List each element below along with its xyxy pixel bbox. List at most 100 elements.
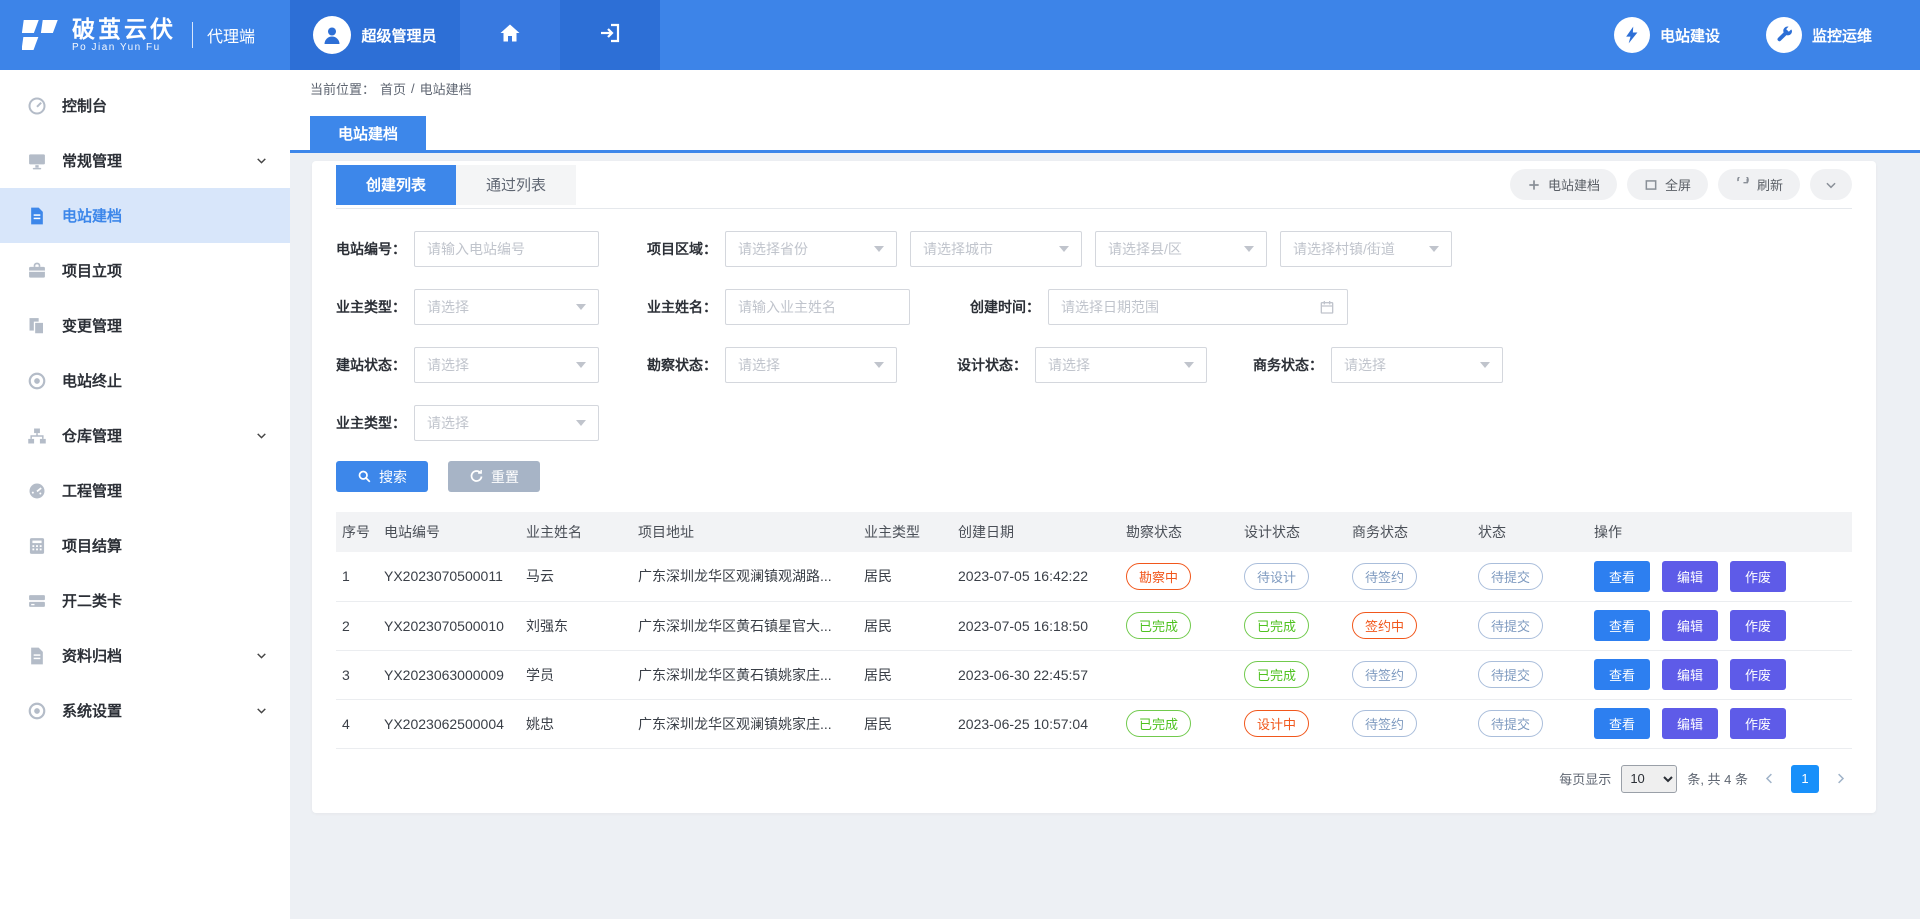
owner-type-select[interactable]: 请选择 — [414, 289, 599, 325]
business-status-select[interactable]: 请选择 — [1331, 347, 1503, 383]
user-avatar-icon — [313, 16, 351, 54]
status-badge: 已完成 — [1126, 612, 1191, 639]
filter-form: 电站编号： 项目区域： 请选择省份 请选择城市 请选择县/区 请选择村镇/街道 … — [336, 209, 1852, 441]
breadcrumb-current: 电站建档 — [420, 79, 472, 98]
search-label: 搜索 — [379, 467, 407, 487]
col-owner-type: 业主类型 — [858, 512, 952, 552]
caret-down-icon — [576, 420, 586, 426]
table-row: 1 YX2023070500011 马云 广东深圳龙华区观澜镇观湖路... 居民… — [336, 552, 1852, 601]
col-created: 创建日期 — [952, 512, 1120, 552]
col-owner-name: 业主姓名 — [520, 512, 632, 552]
district-select[interactable]: 请选择县/区 — [1095, 231, 1267, 267]
edit-button[interactable]: 编辑 — [1662, 561, 1718, 592]
edit-button[interactable]: 编辑 — [1662, 610, 1718, 641]
search-button[interactable]: 搜索 — [336, 461, 428, 492]
main-area: 当前位置： 首页 / 电站建档 电站建档 创建列表 通过列表 — [290, 70, 1920, 919]
reset-button[interactable]: 重置 — [448, 461, 540, 492]
sidebar-item-label: 项目结算 — [62, 535, 122, 556]
sidebar-item-label: 资料归档 — [62, 645, 122, 666]
sidebar-item-project-initiation[interactable]: 项目立项 — [0, 243, 290, 298]
province-select[interactable]: 请选择省份 — [725, 231, 897, 267]
prev-page-button[interactable] — [1758, 771, 1781, 786]
chevron-down-icon — [1824, 178, 1838, 192]
date-range-picker[interactable]: 请选择日期范围 — [1048, 289, 1348, 325]
next-page-button[interactable] — [1829, 771, 1852, 786]
status-badge: 设计中 — [1244, 710, 1309, 737]
logo[interactable]: 破茧云伏 Po Jian Yun Fu 代理端 — [0, 0, 290, 70]
build-status-label: 建站状态： — [336, 355, 406, 375]
col-survey-status: 勘察状态 — [1120, 512, 1238, 552]
status-badge: 已完成 — [1244, 612, 1309, 639]
owner-name-input[interactable] — [725, 289, 910, 325]
total-count-label: 条, 共 4 条 — [1687, 769, 1748, 788]
sidebar-item-console[interactable]: 控制台 — [0, 78, 290, 133]
design-status-select[interactable]: 请选择 — [1035, 347, 1207, 383]
station-no-input[interactable] — [414, 231, 599, 267]
sidebar-item-label: 电站终止 — [62, 370, 122, 391]
sidebar-item-general-mgmt[interactable]: 常规管理 — [0, 133, 290, 188]
sidebar-item-label: 变更管理 — [62, 315, 122, 336]
portal-label: 代理端 — [207, 23, 255, 47]
street-select[interactable]: 请选择村镇/街道 — [1280, 231, 1452, 267]
col-business-status: 商务状态 — [1346, 512, 1472, 552]
caret-down-icon — [576, 362, 586, 368]
survey-status-select[interactable]: 请选择 — [725, 347, 897, 383]
status-badge: 待签约 — [1352, 563, 1417, 590]
add-station-button[interactable]: 电站建档 — [1510, 169, 1617, 200]
settings-icon — [27, 701, 47, 721]
void-button[interactable]: 作废 — [1730, 561, 1786, 592]
search-icon — [357, 469, 372, 484]
page-1-button[interactable]: 1 — [1791, 765, 1819, 793]
panel-header: 创建列表 通过列表 电站建档 全屏 — [336, 161, 1852, 209]
calculator-icon — [27, 536, 47, 556]
sidebar-item-system-settings[interactable]: 系统设置 — [0, 683, 290, 738]
collapse-button[interactable] — [1810, 169, 1852, 200]
view-button[interactable]: 查看 — [1594, 708, 1650, 739]
build-status-select[interactable]: 请选择 — [414, 347, 599, 383]
col-status: 状态 — [1472, 512, 1588, 552]
col-actions: 操作 — [1588, 512, 1852, 552]
sidebar-item-change-mgmt[interactable]: 变更管理 — [0, 298, 290, 353]
view-button[interactable]: 查看 — [1594, 561, 1650, 592]
per-page-select[interactable]: 10 — [1621, 765, 1677, 793]
home-button[interactable] — [460, 0, 560, 70]
refresh-label: 刷新 — [1757, 175, 1783, 194]
sidebar-item-data-archive[interactable]: 资料归档 — [0, 628, 290, 683]
owner-type2-label: 业主类型： — [336, 413, 406, 433]
void-button[interactable]: 作废 — [1730, 708, 1786, 739]
sidebar-item-warehouse-mgmt[interactable]: 仓库管理 — [0, 408, 290, 463]
city-select[interactable]: 请选择城市 — [910, 231, 1082, 267]
void-button[interactable]: 作废 — [1730, 610, 1786, 641]
nav-monitor-ops-label: 监控运维 — [1812, 25, 1872, 46]
sidebar-item-project-settlement[interactable]: 项目结算 — [0, 518, 290, 573]
nav-station-build[interactable]: 电站建设 — [1614, 17, 1720, 53]
sidebar-item-label: 电站建档 — [62, 205, 122, 226]
caret-down-icon — [874, 362, 884, 368]
sidebar-item-engineering-mgmt[interactable]: 工程管理 — [0, 463, 290, 518]
sidebar-item-open-class2-card[interactable]: 开二类卡 — [0, 573, 290, 628]
view-button[interactable]: 查看 — [1594, 659, 1650, 690]
tab-passed-list[interactable]: 通过列表 — [456, 165, 576, 205]
sidebar-item-station-termination[interactable]: 电站终止 — [0, 353, 290, 408]
sidebar-item-station-archive[interactable]: 电站建档 — [0, 188, 290, 243]
breadcrumb-home[interactable]: 首页 — [380, 79, 406, 98]
station-no-label: 电站编号： — [336, 239, 406, 259]
tab-create-list[interactable]: 创建列表 — [336, 165, 456, 205]
logout-button[interactable] — [560, 0, 660, 70]
edit-button[interactable]: 编辑 — [1662, 708, 1718, 739]
owner-type2-select[interactable]: 请选择 — [414, 405, 599, 441]
status-badge: 待提交 — [1478, 661, 1543, 688]
void-button[interactable]: 作废 — [1730, 659, 1786, 690]
view-button[interactable]: 查看 — [1594, 610, 1650, 641]
pagination: 每页显示 10 条, 共 4 条 1 — [336, 765, 1852, 793]
page-tab-station-archive[interactable]: 电站建档 — [310, 116, 426, 150]
caret-down-icon — [576, 304, 586, 310]
per-page-label: 每页显示 — [1559, 769, 1611, 788]
fullscreen-button[interactable]: 全屏 — [1627, 169, 1708, 200]
nav-monitor-ops[interactable]: 监控运维 — [1766, 17, 1872, 53]
edit-button[interactable]: 编辑 — [1662, 659, 1718, 690]
sidebar-item-label: 控制台 — [62, 95, 107, 116]
col-index: 序号 — [336, 512, 378, 552]
user-menu[interactable]: 超级管理员 — [290, 0, 460, 70]
refresh-button[interactable]: 刷新 — [1718, 169, 1800, 200]
